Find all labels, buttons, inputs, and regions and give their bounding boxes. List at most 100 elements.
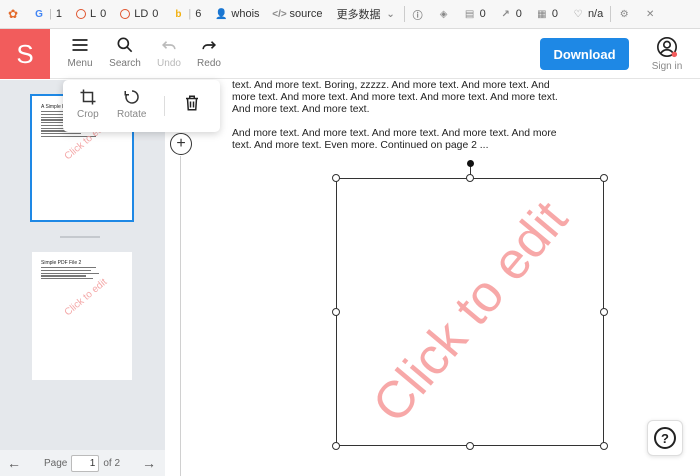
info-icon: ⓘ	[412, 10, 423, 22]
crop-button[interactable]: Crop	[77, 88, 99, 120]
social-c-value: 0	[551, 8, 558, 20]
redo-icon	[202, 41, 217, 50]
bing-icon: b	[175, 8, 182, 20]
bing-value: 6	[195, 8, 202, 20]
resize-handle-left[interactable]	[332, 308, 340, 316]
user-account-icon	[657, 37, 678, 58]
gear-icon: ⚙	[619, 8, 629, 20]
thumbnail-divider	[60, 236, 100, 238]
shield-icon: ◈	[439, 8, 448, 20]
rank-item[interactable]: ♡ n/a	[565, 0, 610, 28]
links-value: 0	[100, 8, 107, 20]
social-a-item[interactable]: ▤ 0	[457, 0, 493, 28]
google-index-item[interactable]: G | 1	[26, 0, 69, 28]
help-icon: ?	[654, 427, 676, 449]
social-c-item[interactable]: ▦ 0	[529, 0, 565, 28]
source-label: source	[289, 8, 323, 20]
close-icon: ✕	[646, 8, 655, 20]
redo-button[interactable]: Redo	[187, 35, 231, 75]
more-data-label: 更多数据	[336, 9, 381, 21]
app-header: S Menu Search Undo Redo Download Sign in	[0, 29, 700, 79]
external-link-icon: ↗	[501, 8, 510, 20]
crop-label: Crop	[77, 109, 99, 120]
whois-label: whois	[231, 8, 260, 20]
linking-domains-value: 0	[152, 8, 159, 20]
crop-icon	[80, 89, 96, 105]
previous-page-arrow-icon[interactable]: ←	[0, 455, 28, 471]
selected-image[interactable]	[336, 178, 604, 446]
app-logo[interactable]: S	[0, 29, 50, 79]
close-item[interactable]: ✕	[637, 0, 663, 28]
image-tools-popup: Crop Rotate	[63, 80, 220, 132]
person-icon: 👤	[215, 8, 228, 20]
seo-toolbar: ✿ G | 1 L 0 LD 0 b | 6 👤 whois </> sourc…	[0, 0, 700, 29]
page-thumbnail-2[interactable]: Simple PDF File 2 Click to edit	[32, 252, 132, 380]
page-thumbnail-sidebar: A Simple P Click to edit Simple PDF File…	[0, 80, 165, 476]
heart-icon: ♡	[573, 8, 583, 20]
rotate-icon	[124, 90, 139, 104]
rotation-handle[interactable]	[467, 160, 474, 167]
document-paragraph[interactable]: text. And more text. Boring, zzzzz. And …	[232, 80, 562, 116]
settings-item[interactable]: ⚙	[611, 0, 637, 28]
google-icon: G	[35, 8, 43, 20]
resize-handle-bottom-right[interactable]	[600, 442, 608, 450]
rotate-button[interactable]: Rotate	[117, 88, 146, 120]
delete-button[interactable]	[183, 94, 201, 115]
social-a-value: 0	[479, 8, 486, 20]
social-b-value: 0	[515, 8, 522, 20]
search-label: Search	[109, 58, 141, 69]
redo-label: Redo	[197, 58, 221, 69]
hamburger-menu-icon	[72, 39, 88, 51]
search-icon	[117, 37, 133, 53]
help-button[interactable]: ?	[647, 420, 683, 456]
source-item[interactable]: </> source	[267, 0, 330, 28]
rank-value: n/a	[587, 8, 604, 20]
next-page-arrow-icon[interactable]: →	[135, 455, 163, 471]
undo-label: Undo	[157, 58, 181, 69]
thumbnail-title: A Simple P	[41, 104, 66, 110]
plus-icon: +	[176, 135, 186, 152]
resize-handle-bottom-left[interactable]	[332, 442, 340, 450]
page-label: Page	[44, 457, 68, 469]
bing-item[interactable]: b | 6	[165, 0, 208, 28]
resize-handle-top-left[interactable]	[332, 174, 340, 182]
page-navigator: ← Page of 2 →	[0, 450, 165, 476]
links-item[interactable]: L 0	[69, 0, 113, 28]
thumbnail-text-lines	[41, 267, 101, 281]
links-label: L	[89, 8, 97, 20]
resize-handle-right[interactable]	[600, 308, 608, 316]
seo-logo-icon: ✿	[7, 7, 19, 21]
code-icon: </>	[272, 8, 287, 20]
add-page-button[interactable]: +	[170, 133, 192, 155]
menu-label: Menu	[67, 58, 93, 69]
download-button[interactable]: Download	[540, 38, 629, 70]
sign-in-button[interactable]: Sign in	[646, 36, 688, 72]
resize-handle-top[interactable]	[466, 174, 474, 182]
info-item[interactable]: ⓘ	[405, 0, 431, 28]
shield-item[interactable]: ◈	[431, 0, 457, 28]
divider	[164, 96, 165, 116]
more-data-dropdown[interactable]: 更多数据 ⌄	[330, 0, 404, 28]
resize-handle-bottom[interactable]	[466, 442, 474, 450]
page-number-input[interactable]	[71, 454, 100, 472]
grid-icon: ▦	[537, 8, 547, 20]
insert-line	[180, 156, 181, 476]
menu-button[interactable]: Menu	[58, 35, 102, 75]
resize-handle-top-right[interactable]	[600, 174, 608, 182]
undo-button[interactable]: Undo	[147, 35, 191, 75]
google-index-value: 1	[55, 8, 62, 20]
thumbnail-title: Simple PDF File 2	[41, 260, 82, 266]
linking-domains-label: LD	[134, 8, 149, 20]
seo-logo[interactable]: ✿	[0, 0, 26, 28]
trash-icon	[186, 95, 198, 111]
page-total-label: of 2	[103, 457, 121, 469]
rotate-label: Rotate	[117, 109, 147, 120]
search-button[interactable]: Search	[103, 35, 147, 75]
whois-item[interactable]: 👤 whois	[208, 0, 266, 28]
document-page: text. And more text. Boring, zzzzz. And …	[232, 80, 562, 164]
sign-in-label: Sign in	[651, 61, 683, 72]
document-paragraph[interactable]: And more text. And more text. And more t…	[232, 128, 562, 152]
linking-domains-item[interactable]: LD 0	[113, 0, 165, 28]
social-b-item[interactable]: ↗ 0	[493, 0, 529, 28]
links-icon	[75, 9, 86, 19]
